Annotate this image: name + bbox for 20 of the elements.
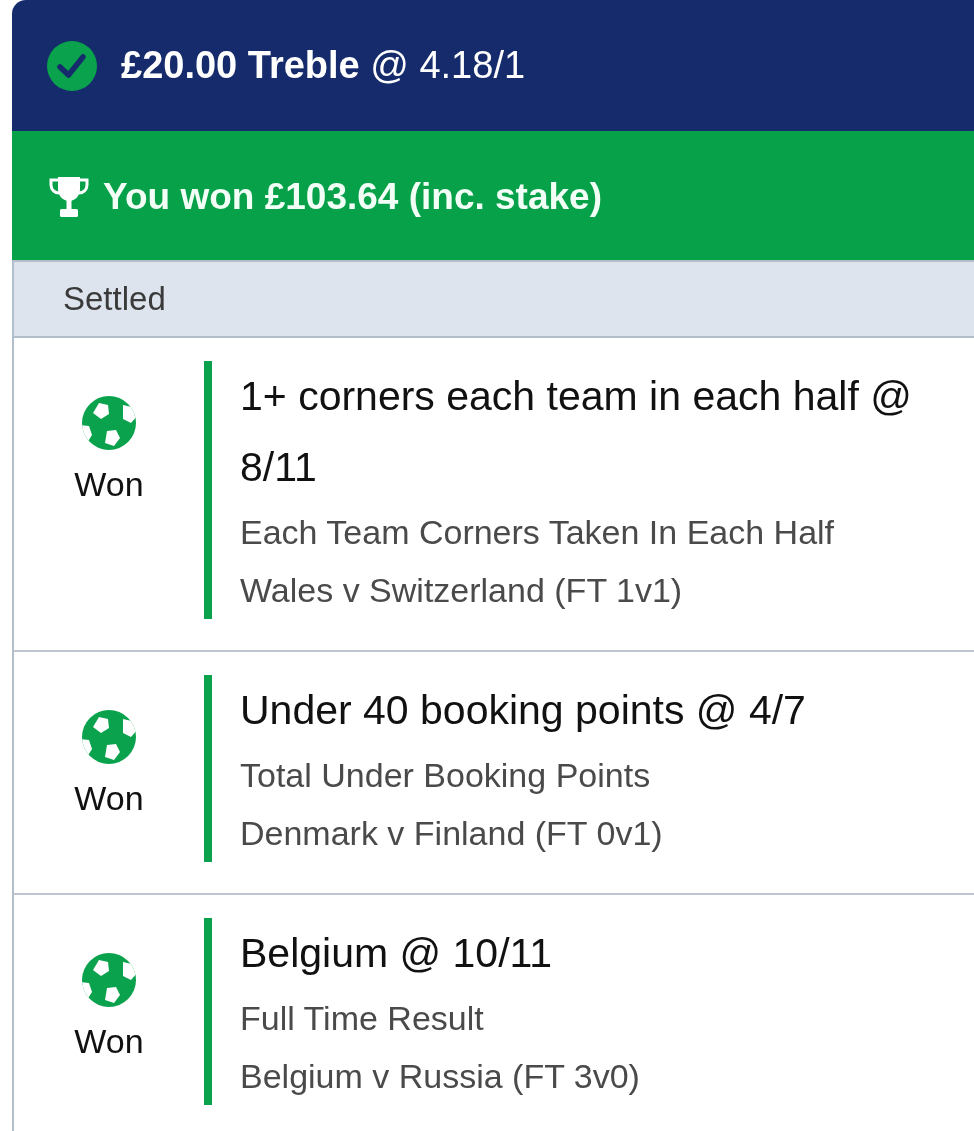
soccer-ball-icon bbox=[82, 953, 136, 1007]
check-circle-icon bbox=[47, 40, 97, 91]
market-text: Each Team Corners Taken In Each Half bbox=[240, 512, 836, 553]
selection-text: Belgium @ 10/11 bbox=[240, 929, 554, 978]
event-text: Denmark v Finland (FT 0v1) bbox=[240, 813, 664, 854]
event-text: Belgium v Russia (FT 3v0) bbox=[240, 1056, 641, 1097]
market-text: Full Time Result bbox=[240, 998, 485, 1039]
status-label: Settled bbox=[63, 280, 166, 318]
market-text: Total Under Booking Points bbox=[240, 755, 652, 796]
bet-title: £20.00 Treble @ 4.18/1 bbox=[121, 44, 526, 87]
soccer-ball-icon bbox=[82, 396, 136, 450]
soccer-ball-icon bbox=[82, 710, 136, 764]
selection-text: Under 40 booking points @ 4/7 bbox=[240, 686, 807, 735]
selection-text: 1+ corners each team in each half @ 8/11 bbox=[240, 372, 913, 492]
trophy-icon bbox=[48, 175, 90, 218]
result-label: Won bbox=[74, 778, 144, 818]
win-message: You won £103.64 (inc. stake) bbox=[103, 175, 602, 218]
event-text: Wales v Switzerland (FT 1v1) bbox=[240, 570, 684, 611]
result-label: Won bbox=[74, 1021, 144, 1061]
result-label: Won bbox=[74, 464, 144, 504]
